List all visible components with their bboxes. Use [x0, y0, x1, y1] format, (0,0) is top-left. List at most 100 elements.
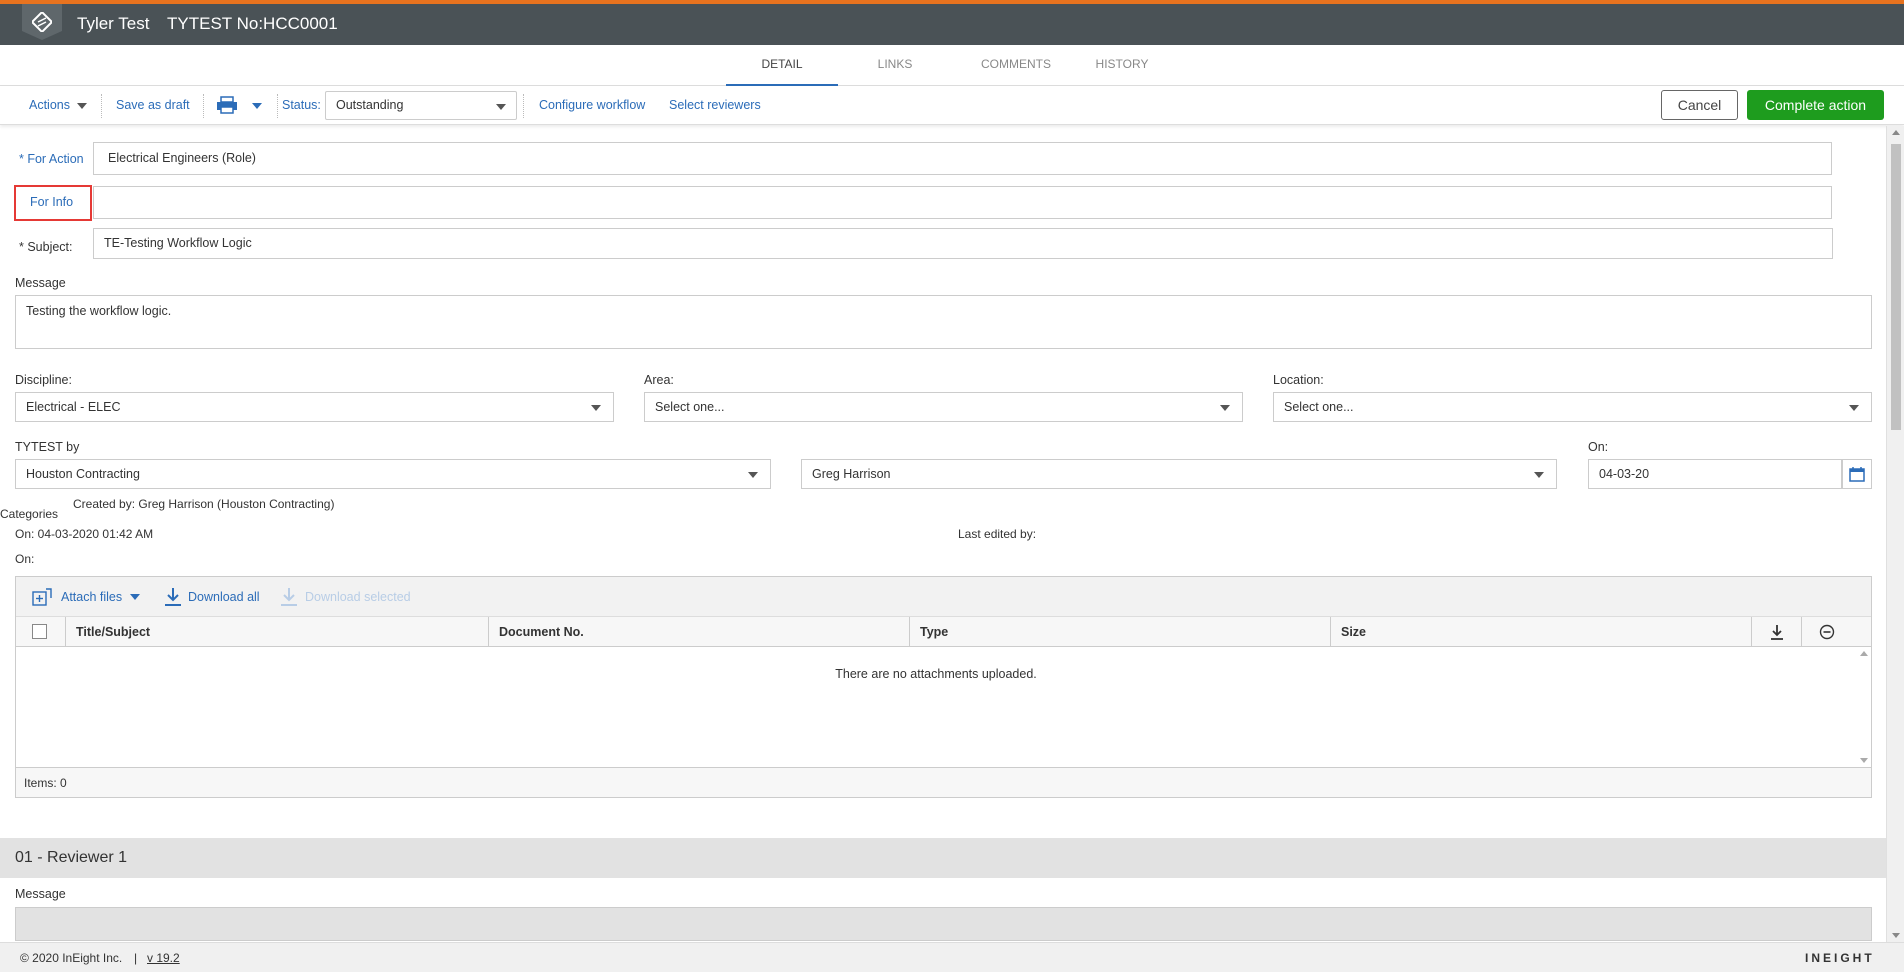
brand-logo: INEIGHT [1805, 951, 1875, 965]
download-selected-icon [280, 587, 298, 610]
version-link[interactable]: v 19.2 [147, 943, 180, 973]
attach-files-icon[interactable] [32, 588, 52, 609]
on-label: On: [1588, 440, 1609, 454]
configure-workflow-button[interactable]: Configure workflow [539, 86, 645, 125]
tytest-by-label: TYTEST by [15, 440, 80, 454]
print-chevron-down-icon[interactable] [252, 103, 262, 109]
actions-menu-button[interactable]: Actions [29, 86, 70, 125]
categories-label: Categories [0, 507, 59, 521]
created-on-text: On: 04-03-2020 01:42 AM [15, 527, 154, 541]
scroll-up-icon[interactable] [1892, 130, 1900, 135]
scrollbar-thumb[interactable] [1891, 144, 1901, 430]
app-logo-icon[interactable] [22, 4, 62, 40]
discipline-label: Discipline: [15, 373, 72, 387]
attachments-header-row: Title/Subject Document No. Type Size [16, 617, 1871, 647]
download-column-icon[interactable] [1752, 617, 1802, 647]
date-field[interactable]: 04-03-20 [1588, 459, 1842, 489]
chevron-down-icon [591, 405, 601, 411]
tab-bar: DETAIL LINKS COMMENTS HISTORY [0, 45, 1904, 86]
reviewer-message-field [15, 907, 1872, 941]
created-by-text: Created by: Greg Harrison (Houston Contr… [73, 497, 335, 511]
status-value: Outstanding [336, 98, 404, 112]
for-action-label[interactable]: * For Action [19, 152, 84, 166]
date-value: 04-03-20 [1599, 467, 1650, 481]
scroll-down-icon[interactable] [1892, 933, 1900, 938]
attach-chevron-down-icon[interactable] [130, 594, 140, 600]
footer-separator: | [134, 951, 138, 965]
chevron-down-icon [748, 472, 758, 478]
message-textarea[interactable]: Testing the workflow logic. [15, 295, 1872, 349]
page-scrollbar[interactable] [1886, 126, 1904, 942]
scroll-down-icon[interactable] [1860, 758, 1868, 763]
attachments-toolbar: Attach files Download all Download selec… [16, 577, 1871, 617]
column-header-title[interactable]: Title/Subject [66, 617, 489, 647]
select-reviewers-button[interactable]: Select reviewers [669, 86, 761, 125]
message-text: Testing the workflow logic. [26, 304, 172, 318]
area-value: Select one... [655, 400, 725, 414]
attach-files-button[interactable]: Attach files [61, 590, 122, 604]
complete-action-button[interactable]: Complete action [1747, 90, 1884, 120]
subject-field[interactable]: TE-Testing Workflow Logic [93, 228, 1833, 259]
chevron-down-icon [1220, 405, 1230, 411]
company-value: Houston Contracting [26, 467, 140, 481]
company-select[interactable]: Houston Contracting [15, 459, 771, 489]
select-all-cell [16, 617, 66, 647]
person-select[interactable]: Greg Harrison [801, 459, 1557, 489]
area-select[interactable]: Select one... [644, 392, 1243, 422]
document-title: TYTEST No:HCC0001 [167, 14, 338, 33]
chevron-down-icon [1534, 472, 1544, 478]
app-header: Tyler Test TYTEST No:HCC0001 [0, 4, 1904, 45]
column-header-size[interactable]: Size [1331, 617, 1752, 647]
status-select[interactable]: Outstanding [325, 91, 517, 120]
area-label: Area: [644, 373, 674, 387]
save-draft-button[interactable]: Save as draft [116, 86, 190, 125]
tab-history[interactable]: HISTORY [1080, 45, 1164, 86]
select-all-checkbox[interactable] [32, 624, 47, 639]
divider [203, 94, 204, 118]
print-icon[interactable] [216, 96, 238, 116]
person-value: Greg Harrison [812, 467, 891, 481]
tab-comments[interactable]: COMMENTS [966, 45, 1066, 86]
reviewer-section-title: 01 - Reviewer 1 [0, 838, 1886, 878]
column-header-type[interactable]: Type [910, 617, 1331, 647]
page-footer: © 2020 InEight Inc. | v 19.2 INEIGHT [0, 942, 1904, 972]
attachments-panel: Attach files Download all Download selec… [15, 576, 1872, 798]
attachments-empty-state: There are no attachments uploaded. [16, 647, 1856, 767]
reviewer-message-label: Message [15, 887, 66, 901]
status-chevron-down-icon [496, 104, 506, 110]
grid-scrollbar[interactable] [1856, 647, 1871, 767]
actions-chevron-down-icon[interactable] [77, 103, 87, 109]
items-count: Items: 0 [16, 767, 1871, 797]
download-all-button[interactable]: Download all [188, 590, 260, 604]
column-header-document-no[interactable]: Document No. [489, 617, 910, 647]
location-label: Location: [1273, 373, 1324, 387]
tab-links[interactable]: LINKS [860, 45, 930, 86]
remove-column-icon[interactable] [1802, 617, 1852, 647]
scroll-up-icon[interactable] [1860, 651, 1868, 656]
for-info-label[interactable]: For Info [30, 195, 73, 209]
for-info-field[interactable] [93, 186, 1832, 219]
calendar-icon[interactable] [1842, 459, 1872, 489]
divider [523, 94, 524, 118]
user-name: Tyler Test [77, 14, 150, 33]
message-label: Message [15, 276, 66, 290]
divider [277, 94, 278, 118]
divider [101, 94, 102, 118]
action-toolbar: Actions Save as draft Status: Outstandin… [0, 86, 1904, 125]
location-value: Select one... [1284, 400, 1354, 414]
last-edited-by-text: Last edited by: [958, 527, 1037, 541]
tab-detail[interactable]: DETAIL [726, 45, 838, 86]
download-selected-button: Download selected [305, 590, 411, 604]
download-all-icon[interactable] [164, 587, 182, 610]
discipline-value: Electrical - ELEC [26, 400, 121, 414]
status-label: Status: [282, 98, 321, 112]
cancel-button[interactable]: Cancel [1661, 90, 1738, 120]
copyright-text: © 2020 InEight Inc. [20, 951, 123, 965]
location-select[interactable]: Select one... [1273, 392, 1872, 422]
for-action-field[interactable]: Electrical Engineers (Role) [93, 142, 1832, 175]
subject-label: * Subject: [19, 240, 73, 254]
discipline-select[interactable]: Electrical - ELEC [15, 392, 614, 422]
chevron-down-icon [1849, 405, 1859, 411]
edited-on-text: On: [15, 552, 35, 566]
empty-message: There are no attachments uploaded. [835, 667, 1037, 681]
